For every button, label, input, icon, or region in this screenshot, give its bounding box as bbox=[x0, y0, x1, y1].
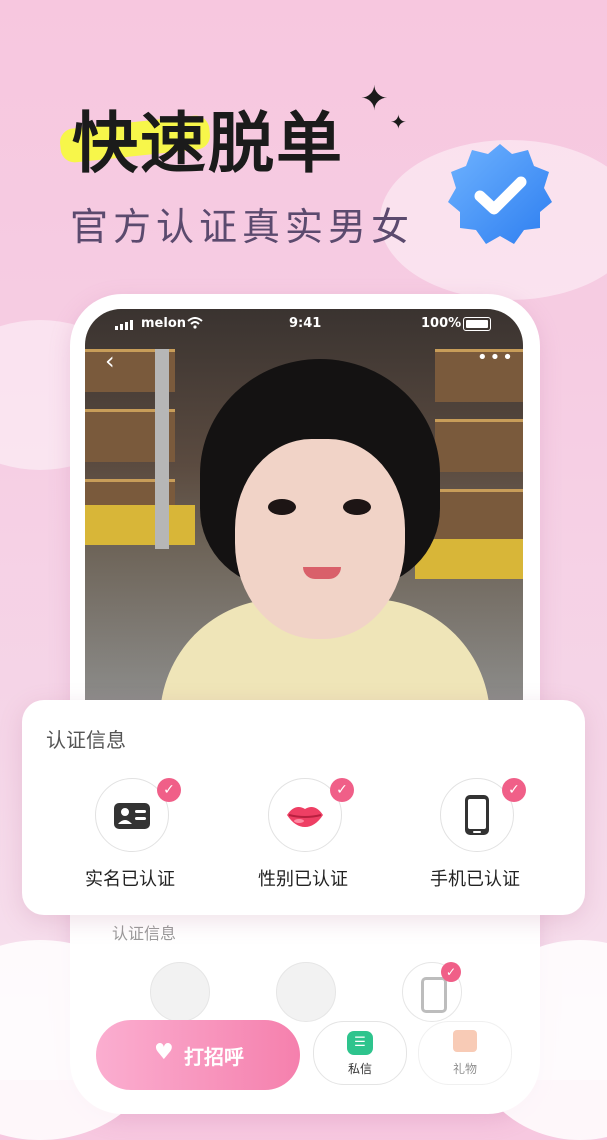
certification-card: 认证信息 ✓ 实名已认证 ✓ 性别已认证 ✓ 手机已认证 bbox=[22, 700, 585, 915]
wifi-icon bbox=[187, 317, 203, 333]
cert-label-realname: 实名已认证 bbox=[85, 869, 175, 890]
sparkle-small-icon: ✦ bbox=[390, 110, 407, 134]
battery-label: 100% bbox=[421, 316, 462, 331]
greet-label: 打招呼 bbox=[184, 1045, 244, 1069]
faint-check-icon: ✓ bbox=[441, 962, 461, 982]
faint-lips-icon bbox=[276, 962, 336, 1022]
check-icon: ✓ bbox=[330, 778, 354, 802]
message-label: 私信 bbox=[347, 1062, 372, 1076]
check-icon: ✓ bbox=[157, 778, 181, 802]
battery-icon bbox=[463, 317, 491, 331]
verified-badge-icon bbox=[446, 140, 554, 248]
faint-section-title: 认证信息 bbox=[112, 924, 177, 943]
sparkle-icon: ✦ bbox=[360, 79, 389, 119]
card-title: 认证信息 bbox=[46, 728, 126, 752]
gift-icon bbox=[453, 1030, 477, 1052]
status-bar: melon 9:41 100% bbox=[85, 309, 523, 337]
headline: 快速脱单 bbox=[72, 105, 344, 182]
subline: 官方认证真实男女 bbox=[70, 205, 415, 249]
message-button[interactable]: ☰ 私信 bbox=[313, 1021, 407, 1085]
cert-item-phone: ✓ 手机已认证 bbox=[395, 778, 555, 898]
clock: 9:41 bbox=[289, 316, 322, 331]
gift-label: 礼物 bbox=[452, 1062, 477, 1076]
gift-button[interactable]: 礼物 bbox=[418, 1021, 512, 1085]
signal-icon bbox=[115, 319, 135, 330]
back-icon[interactable]: ‹ bbox=[105, 347, 115, 375]
face bbox=[235, 439, 405, 639]
headline-block: 快速脱单 bbox=[58, 82, 360, 182]
cert-label-phone: 手机已认证 bbox=[430, 869, 520, 890]
heart-icon: ♥ bbox=[154, 1040, 174, 1065]
check-icon: ✓ bbox=[502, 778, 526, 802]
cert-item-gender: ✓ 性别已认证 bbox=[223, 778, 383, 898]
cert-label-gender: 性别已认证 bbox=[258, 869, 348, 890]
profile-photo: melon 9:41 100% ‹ ••• bbox=[85, 309, 523, 701]
cert-item-realname: ✓ 实名已认证 bbox=[50, 778, 210, 898]
message-icon: ☰ bbox=[347, 1031, 373, 1055]
faint-id-icon bbox=[150, 962, 210, 1022]
more-icon[interactable]: ••• bbox=[477, 347, 515, 368]
carrier-label: melon bbox=[141, 316, 187, 331]
